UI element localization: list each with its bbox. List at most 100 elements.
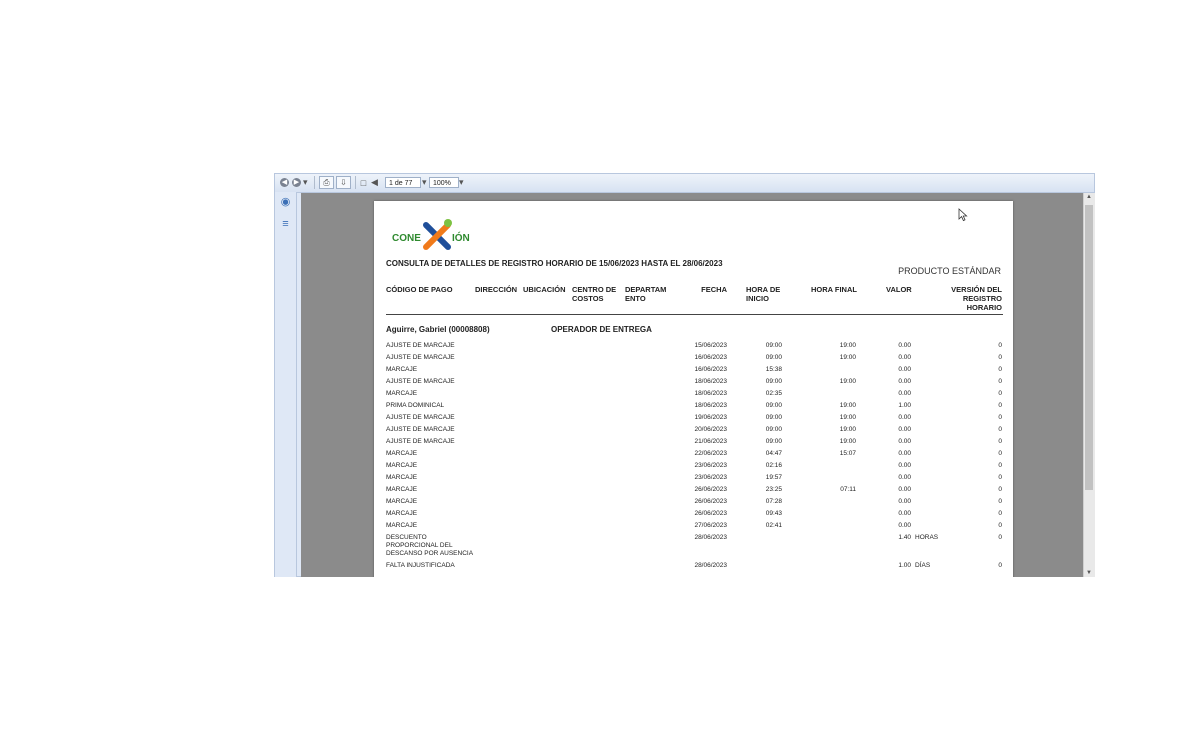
row-start-time: 19:57: [765, 474, 782, 481]
row-code: MARCAJE: [386, 510, 418, 517]
row-value: 0.00: [898, 510, 911, 517]
row-code: AJUSTE DE MARCAJE: [386, 354, 455, 361]
row-start-time: 02:16: [765, 462, 782, 469]
report-page: CONE IÓN CONSULTA DE DETALLES DE REGISTR…: [374, 201, 1013, 577]
scroll-thumb[interactable]: [1085, 205, 1093, 490]
row-end-time: 19:00: [839, 378, 856, 385]
row-version: 0: [998, 462, 1002, 469]
binoculars-icon[interactable]: ◉: [279, 196, 292, 209]
svg-text:IÓN: IÓN: [452, 231, 470, 244]
export-icon[interactable]: ⇩: [336, 176, 351, 189]
zoom-field[interactable]: 100%: [429, 177, 459, 188]
row-date: 26/06/2023: [694, 498, 727, 505]
header-hora-inicio: HORA DE INICIO: [746, 285, 781, 303]
row-value: 1.40: [898, 534, 911, 541]
row-code: MARCAJE: [386, 390, 418, 397]
row-date: 19/06/2023: [694, 414, 727, 421]
row-code: MARCAJE: [386, 486, 418, 493]
row-version: 0: [998, 498, 1002, 505]
nav-dropdown-icon[interactable]: ▾: [303, 176, 308, 189]
row-end-time: 15:07: [839, 450, 856, 457]
row-start-time: 09:00: [765, 414, 782, 421]
employee-name: Aguirre, Gabriel (00008808): [386, 325, 490, 334]
first-page-icon[interactable]: □: [359, 176, 368, 189]
row-start-time: 02:35: [765, 390, 782, 397]
row-version: 0: [998, 354, 1002, 361]
row-value: 0.00: [898, 498, 911, 505]
row-date: 28/06/2023: [694, 562, 727, 569]
row-version: 0: [998, 522, 1002, 529]
row-value: 0.00: [898, 414, 911, 421]
scroll-up-icon[interactable]: ▲: [1086, 194, 1092, 200]
tree-icon[interactable]: ≡: [279, 218, 292, 231]
header-fecha: FECHA: [701, 285, 727, 294]
page-indicator-field[interactable]: 1 de 77: [385, 177, 421, 188]
report-viewer: ◀ ▶ ▾ ⎙ ⇩ □ ◀ 1 de 77 ▾ 100% ▾ ◉ ≡ CONE …: [274, 173, 1095, 577]
viewer-sidebar: ◉ ≡: [275, 192, 297, 577]
header-codigo: CÓDIGO DE PAGO: [386, 285, 453, 294]
row-version: 0: [998, 474, 1002, 481]
zoom-dropdown-icon[interactable]: ▾: [459, 176, 464, 189]
row-end-time: 19:00: [839, 402, 856, 409]
header-valor: VALOR: [886, 285, 912, 294]
row-start-time: 02:41: [765, 522, 782, 529]
forward-icon[interactable]: ▶: [292, 178, 301, 187]
vertical-scrollbar[interactable]: ▲ ▼: [1083, 193, 1095, 577]
row-code: MARCAJE: [386, 474, 418, 481]
row-date: 23/06/2023: [694, 462, 727, 469]
row-version: 0: [998, 534, 1002, 541]
scroll-down-icon[interactable]: ▼: [1086, 570, 1092, 576]
row-value: 0.00: [898, 366, 911, 373]
row-date: 28/06/2023: [694, 534, 727, 541]
row-start-time: 09:00: [765, 354, 782, 361]
row-value: 0.00: [898, 378, 911, 385]
mouse-cursor-icon: [958, 208, 968, 222]
header-ubicacion: UBICACIÓN: [523, 285, 566, 294]
prev-page-icon[interactable]: ◀: [370, 176, 379, 189]
row-date: 18/06/2023: [694, 390, 727, 397]
row-code: DESCUENTO PROPORCIONAL DEL DESCANSO POR …: [386, 534, 474, 557]
row-version: 0: [998, 342, 1002, 349]
row-code: AJUSTE DE MARCAJE: [386, 342, 455, 349]
print-icon[interactable]: ⎙: [319, 176, 334, 189]
row-unit: DÍAS: [915, 562, 931, 569]
row-value: 0.00: [898, 462, 911, 469]
row-code: MARCAJE: [386, 498, 418, 505]
row-version: 0: [998, 390, 1002, 397]
row-version: 0: [998, 486, 1002, 493]
row-start-time: 09:00: [765, 378, 782, 385]
header-rule: [386, 314, 1003, 315]
row-start-time: 09:00: [765, 438, 782, 445]
row-value: 0.00: [898, 426, 911, 433]
row-version: 0: [998, 450, 1002, 457]
row-version: 0: [998, 426, 1002, 433]
row-version: 0: [998, 562, 1002, 569]
row-code: AJUSTE DE MARCAJE: [386, 438, 455, 445]
row-value: 0.00: [898, 342, 911, 349]
row-start-time: 09:00: [765, 342, 782, 349]
row-date: 21/06/2023: [694, 438, 727, 445]
row-code: MARCAJE: [386, 522, 418, 529]
row-start-time: 09:00: [765, 402, 782, 409]
row-value: 0.00: [898, 354, 911, 361]
document-canvas[interactable]: CONE IÓN CONSULTA DE DETALLES DE REGISTR…: [301, 193, 1083, 577]
row-value: 0.00: [898, 522, 911, 529]
svg-text:CONE: CONE: [392, 233, 421, 244]
row-date: 16/06/2023: [694, 354, 727, 361]
row-start-time: 04:47: [765, 450, 782, 457]
row-value: 0.00: [898, 474, 911, 481]
row-end-time: 19:00: [839, 438, 856, 445]
row-end-time: 19:00: [839, 342, 856, 349]
back-icon[interactable]: ◀: [280, 178, 289, 187]
page-dropdown-icon[interactable]: ▾: [422, 176, 427, 189]
viewer-toolbar: ◀ ▶ ▾ ⎙ ⇩ □ ◀ 1 de 77 ▾ 100% ▾: [275, 174, 1094, 193]
header-direccion: DIRECCIÓN: [475, 285, 518, 294]
row-start-time: 09:43: [765, 510, 782, 517]
row-date: 18/06/2023: [694, 378, 727, 385]
row-value: 1.00: [898, 562, 911, 569]
row-end-time: 19:00: [839, 426, 856, 433]
row-date: 22/06/2023: [694, 450, 727, 457]
toolbar-separator: [314, 176, 315, 189]
header-departamento: DEPARTAM ENTO: [625, 285, 667, 303]
row-version: 0: [998, 402, 1002, 409]
